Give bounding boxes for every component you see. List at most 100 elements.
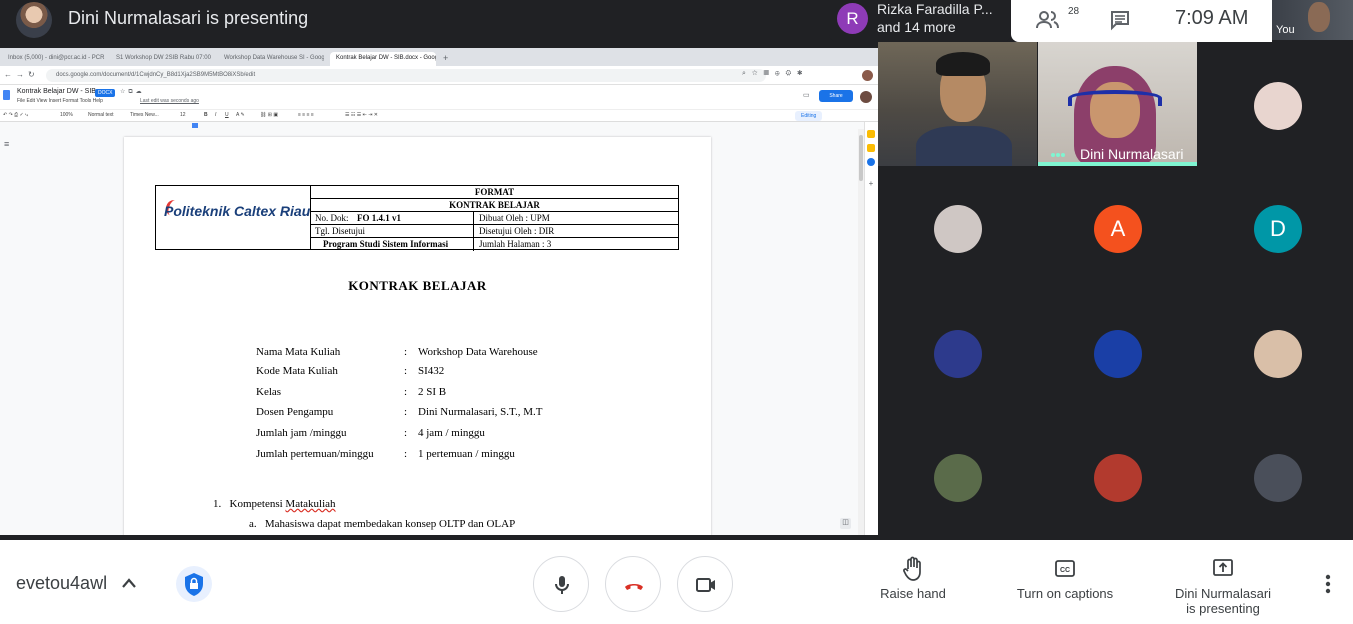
info-value: 2 SI B [418,386,447,398]
divider [473,212,474,225]
dibuat-oleh: Dibuat Oleh : UPM [479,213,550,223]
header-doc-type: KONTRAK BELAJAR [311,199,678,212]
program-studi: Program Studi Sistem Informasi [323,239,449,249]
side-panel: + [864,122,878,535]
chat-icon[interactable] [1109,9,1131,31]
join-notification[interactable]: R Rizka Faradilla P... and 14 more [829,0,1011,42]
participant-avatar[interactable] [1254,454,1302,502]
captions-button[interactable]: CC Turn on captions [1005,556,1125,601]
jumlah-halaman: Jumlah Halaman : 3 [479,239,552,249]
svg-text:CC: CC [1060,567,1070,574]
share-button[interactable]: Share [819,90,853,102]
header-row-tgl: Tgl. Disetujui Disetujui Oleh : DIR [311,225,678,238]
tgl-disetujui: Tgl. Disetujui [315,226,365,236]
doc-page[interactable]: Politeknik Caltex Riau FORMAT KONTRAK BE… [124,137,711,535]
keep-icon[interactable] [867,130,875,138]
bold-icon[interactable]: B [204,112,208,118]
info-value: SI432 [418,365,445,377]
participant-avatar[interactable] [934,454,982,502]
browser-tab-drive[interactable]: Workshop Data Warehouse SI - Google [218,52,324,66]
zoom-select[interactable]: 100% [60,112,73,118]
font-size-input[interactable]: 12 [180,112,186,118]
italic-icon[interactable]: I [215,112,216,118]
participant-hair [936,52,990,76]
ruler [0,122,878,129]
extension-icons[interactable]: ⌕☆▦⊕⚙✱ [742,70,808,78]
presenter-avatar [16,2,52,38]
docs-header: Kontrak Belajar DW - SIB DOCX ☆⧉☁ File E… [0,85,878,109]
presenting-label-line2: is presenting [1186,601,1260,616]
headset-icon [1068,90,1162,106]
participant-avatar[interactable] [934,330,982,378]
meeting-code[interactable]: evetou4awl [16,573,107,594]
browser-tab-docs[interactable]: Kontrak Belajar DW - SIB.docx - Google [330,52,436,66]
info-colon: : [404,346,408,358]
chevron-up-icon[interactable] [120,575,138,591]
more-options-icon[interactable] [1318,570,1338,598]
star-icon[interactable]: ☆⧉☁ [120,88,145,96]
doc-title[interactable]: Kontrak Belajar DW - SIB [17,88,96,95]
last-edit-link[interactable]: Last edit was seconds ago [140,98,199,104]
docs-menu-bar[interactable]: File Edit View Insert Format Tools Help [17,98,103,104]
new-tab-icon[interactable]: + [443,53,448,63]
sub-list-item: a. Mahasiswa dapat membedakan konsep OLT… [249,518,515,530]
header-row-nodok: No. Dok: FO 1.4.1 v1 Dibuat Oleh : UPM [311,212,678,225]
microphone-button[interactable] [533,556,589,612]
style-select[interactable]: Normal text [88,112,114,118]
explore-icon[interactable]: ◫ [840,518,851,529]
end-call-button[interactable] [605,556,661,612]
no-dok-value: FO 1.4.1 v1 [357,213,401,223]
forward-icon[interactable]: → [16,70,24,79]
present-screen-icon [1213,559,1233,576]
docs-account-avatar[interactable] [860,91,872,103]
undo-redo-print-icons[interactable]: ↶ ↷ ⎙ ✓ ⤷ [3,112,28,118]
list-indent-icons[interactable]: ☰ ☷ ☰ ⇤ ⇥ ✕ [345,112,378,118]
font-select[interactable]: Times New... [130,112,159,118]
align-icons[interactable]: ≡ ≡ ≡ ≡ [298,112,314,118]
link-comment-image-icons[interactable]: ⛓ ⊞ ▣ [260,112,278,118]
docs-logo-icon[interactable] [3,90,10,100]
host-controls-shield-icon[interactable] [176,566,212,602]
address-bar[interactable]: docs.google.com/document/d/1CwjdnCy_B8d1… [46,69,766,82]
info-label: Kode Mata Kuliah [256,365,338,377]
participant-video-tile[interactable] [878,42,1037,166]
scroll-thumb[interactable] [859,135,863,181]
participant-avatar[interactable] [1254,82,1302,130]
active-speaker-tile[interactable]: Dini Nurmalasari [1038,42,1197,166]
outline-icon[interactable]: ≡ [4,139,9,149]
no-dok-label: No. Dok: [315,213,349,223]
browser-profile-avatar[interactable] [862,70,873,81]
add-addon-icon[interactable]: + [867,180,875,188]
calendar-icon[interactable] [867,158,875,166]
sub-list-text: Mahasiswa dapat membedakan konsep OLTP d… [264,518,516,530]
participant-avatar[interactable]: D [1254,205,1302,253]
participant-avatar[interactable] [1094,330,1142,378]
browser-tab-classroom[interactable]: S1 Workshop DW 2SIB Rabu 07:00 [110,52,214,66]
participant-avatar[interactable]: A [1094,205,1142,253]
people-icon[interactable] [1035,9,1061,31]
self-video-tile[interactable]: You [1272,0,1353,40]
info-label: Jumlah jam /minggu [256,427,347,439]
pcr-logo-cell: Politeknik Caltex Riau [156,186,311,249]
back-icon[interactable]: ← [4,70,12,79]
participant-avatar[interactable] [934,205,982,253]
participant-avatar[interactable] [1254,330,1302,378]
info-colon: : [404,448,408,460]
text-color-icon[interactable]: A ✎ [236,112,245,118]
camera-button[interactable] [677,556,733,612]
underline-icon[interactable]: U [225,112,229,118]
presenting-label-line1: Dini Nurmalasari [1174,586,1272,601]
reload-icon[interactable]: ↻ [28,70,35,79]
raise-hand-icon [903,556,921,581]
browser-tab-gmail[interactable]: Inbox (5,000) - dini@pcr.ac.id - PCR [2,52,106,66]
participant-avatar[interactable] [1094,454,1142,502]
list-item-kompetensi: 1. Kompetensi Matakuliah [213,498,336,510]
raise-hand-button[interactable]: Raise hand [873,556,953,601]
tasks-icon[interactable] [867,144,875,152]
active-speaker-bar [1038,162,1197,166]
speaker-name: Dini Nurmalasari [1080,146,1184,162]
ruler-indent-marker[interactable] [192,123,198,128]
editing-mode-select[interactable]: Editing [795,111,823,121]
present-button[interactable]: Dini Nurmalasari is presenting [1163,556,1283,616]
comment-history-icon[interactable]: ▭ [803,91,810,99]
